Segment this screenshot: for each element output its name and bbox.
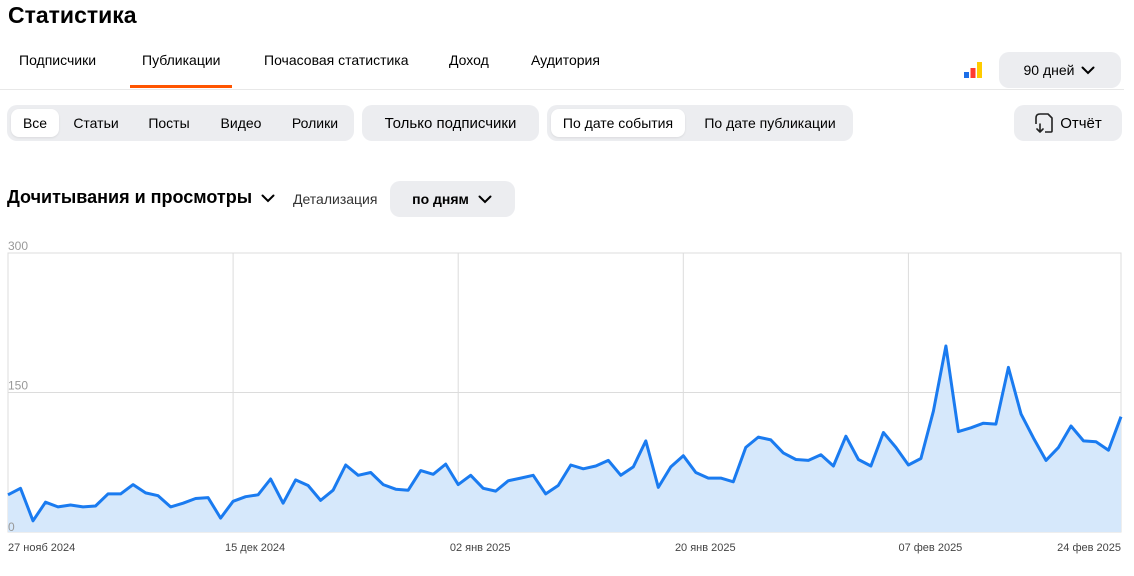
report-button[interactable]: Отчёт	[1014, 105, 1122, 141]
report-download-icon	[1035, 113, 1054, 133]
chevron-down-icon	[1081, 66, 1095, 75]
filter-all[interactable]: Все	[11, 109, 59, 137]
tab-subscribers[interactable]: Подписчики	[19, 44, 96, 88]
metric-selector[interactable]: Дочитывания и просмотры	[7, 187, 276, 208]
y-tick-label: 300	[8, 239, 28, 253]
x-tick-label: 02 янв 2025	[450, 542, 511, 554]
filter-shorts[interactable]: Ролики	[283, 109, 347, 137]
y-tick-label: 150	[8, 379, 28, 393]
page-title: Статистика	[8, 2, 137, 28]
date-mode-filter: По дате события По дате публикации	[547, 105, 853, 141]
tab-bar: Подписчики Публикации Почасовая статисти…	[0, 44, 1124, 90]
x-tick-label: 15 дек 2024	[225, 542, 285, 554]
date-mode-event[interactable]: По дате события	[551, 109, 685, 137]
x-tick-label: 27 нояб 2024	[8, 542, 75, 554]
metric-label: Дочитывания и просмотры	[7, 187, 253, 207]
period-label: 90 дней	[1023, 62, 1075, 78]
chevron-down-icon	[261, 194, 275, 202]
tab-hourly-stats[interactable]: Почасовая статистика	[264, 44, 409, 88]
chevron-down-icon	[478, 195, 492, 204]
content-type-filter: Все Статьи Посты Видео Ролики	[7, 105, 354, 141]
x-tick-label: 20 янв 2025	[675, 542, 736, 554]
x-tick-label: 07 фев 2025	[898, 542, 962, 554]
period-dropdown[interactable]: 90 дней	[999, 52, 1121, 88]
tab-income[interactable]: Доход	[449, 44, 489, 88]
subscribers-only-toggle[interactable]: Только подписчики	[362, 105, 539, 141]
report-label: Отчёт	[1060, 114, 1102, 132]
date-mode-publication[interactable]: По дате публикации	[692, 109, 848, 137]
filter-articles[interactable]: Статьи	[65, 109, 127, 137]
x-tick-label: 24 фев 2025	[1057, 542, 1121, 554]
reads-views-chart[interactable]: 0 150 300 27 нояб 2024 15 дек 2024 02 янв 202…	[0, 236, 1134, 566]
filter-posts[interactable]: Посты	[137, 109, 201, 137]
detail-dropdown[interactable]: по дням	[390, 181, 515, 217]
y-tick-label: 0	[8, 520, 15, 534]
detail-label: Детализация	[293, 191, 378, 207]
tab-audience[interactable]: Аудитория	[531, 44, 600, 88]
bar-chart-logo-icon	[964, 62, 982, 78]
tab-publications[interactable]: Публикации	[129, 44, 234, 88]
detail-value: по дням	[412, 191, 469, 207]
filter-video[interactable]: Видео	[211, 109, 271, 137]
